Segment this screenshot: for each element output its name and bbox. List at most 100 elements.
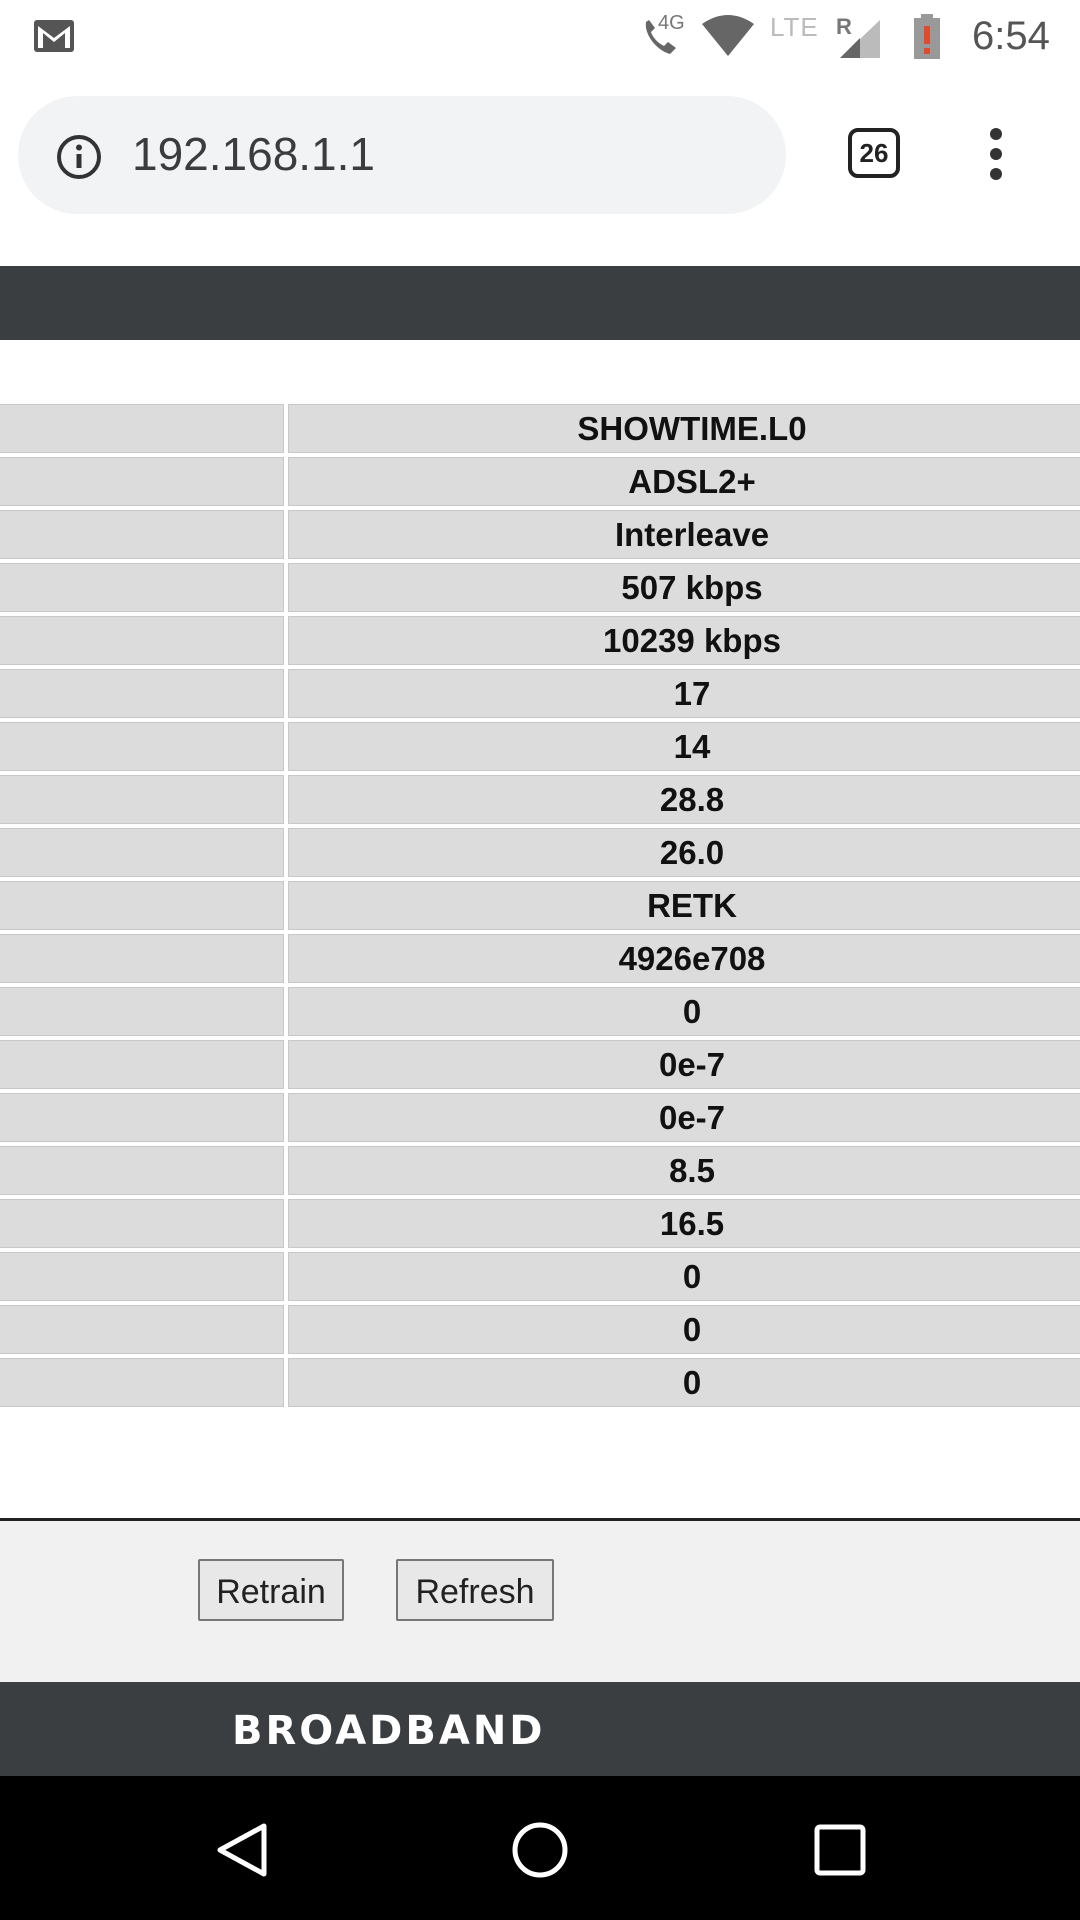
router-page: Status SHOWTIME.L0 Mode ADSL2+ Mode Interlea… <box>0 240 1080 1776</box>
row-value: 4926e708 <box>618 939 766 977</box>
row-label: eam BER <box>0 1093 284 1142</box>
url-text[interactable]: 192.168.1.1 <box>132 126 375 182</box>
address-bar[interactable]: 192.168.1.1 <box>18 96 786 214</box>
row-label: S <box>0 1305 284 1354</box>
row-value: 28.8 <box>659 780 725 818</box>
row-label: rrors <box>0 987 284 1036</box>
row-label: m BER <box>0 1040 284 1089</box>
table-row: S0 <box>0 1252 1080 1301</box>
dsl-status-table: Status SHOWTIME.L0 Mode ADSL2+ Mode Interlea… <box>0 400 1080 1411</box>
status-table: Status SHOWTIME.L0 Mode ADSL2+ Mode Interlea… <box>0 400 1080 1411</box>
status-bar: 4G LTE R 6:54 <box>0 0 1080 72</box>
table-row: rrors 0 <box>0 987 1080 1036</box>
row-value: 0e-7 <box>658 1098 726 1136</box>
table-row: own Stream 17 <box>0 669 1080 718</box>
row-value-cell: SHOWTIME.L0 <box>288 404 1080 453</box>
row-label: eam <box>0 563 284 612</box>
row-value: 0 <box>682 1363 702 1401</box>
row-value-cell: 28.8 <box>288 775 1080 824</box>
recents-icon[interactable] <box>812 1822 868 1878</box>
signal-icon <box>840 20 880 58</box>
row-label: ut Power <box>0 1199 284 1248</box>
row-value: 507 kbps <box>621 568 763 606</box>
row-label: S <box>0 1252 284 1301</box>
row-value: 0 <box>682 992 702 1030</box>
gmail-icon <box>34 20 74 52</box>
row-value-cell: ADSL2+ <box>288 457 1080 506</box>
table-row: m BER 0e-7 <box>0 1040 1080 1089</box>
row-value-cell: 14 <box>288 722 1080 771</box>
header-banner <box>0 266 1080 340</box>
row-value-cell: 507 kbps <box>288 563 1080 612</box>
row-label: t Power <box>0 1146 284 1195</box>
table-row: Up Stream 14 <box>0 722 1080 771</box>
row-value: 26.0 <box>659 833 725 871</box>
table-row: S0 <box>0 1358 1080 1407</box>
table-row: Mode ADSL2+ <box>0 457 1080 506</box>
row-label: Status <box>0 404 284 453</box>
row-label: S <box>0 1358 284 1407</box>
row-value-cell: 0 <box>288 1305 1080 1354</box>
table-row: S0 <box>0 1305 1080 1354</box>
retrain-button[interactable]: Retrain <box>198 1559 344 1621</box>
row-value: 0 <box>682 1310 702 1348</box>
row-value: 14 <box>673 727 711 765</box>
table-row: Status SHOWTIME.L0 <box>0 404 1080 453</box>
row-label: Up Stream <box>0 828 284 877</box>
row-label: Mode <box>0 457 284 506</box>
row-value-cell: 8.5 <box>288 1146 1080 1195</box>
row-value-cell: RETK <box>288 881 1080 930</box>
row-value-cell: 0 <box>288 1358 1080 1407</box>
navigation-bar <box>0 1776 1080 1920</box>
network-4g-label: 4G <box>658 12 685 34</box>
refresh-button[interactable]: Refresh <box>396 1559 554 1621</box>
footer: BROADBAND <box>0 1682 1080 1776</box>
action-area: Retrain Refresh <box>0 1518 1080 1685</box>
row-value: SHOWTIME.L0 <box>577 409 807 447</box>
table-row: t Power 8.5 <box>0 1146 1080 1195</box>
home-icon[interactable] <box>510 1820 570 1880</box>
row-label: or ID <box>0 881 284 930</box>
row-value-cell: 0 <box>288 987 1080 1036</box>
table-row: ut Power 16.5 <box>0 1199 1080 1248</box>
row-value: ADSL2+ <box>628 462 756 500</box>
row-value-cell: Interleave <box>288 510 1080 559</box>
back-icon[interactable] <box>212 1820 272 1880</box>
browser-toolbar: 192.168.1.1 26 <box>0 72 1080 240</box>
wifi-icon <box>702 15 754 56</box>
row-value-cell: 16.5 <box>288 1199 1080 1248</box>
row-value: 0e-7 <box>658 1045 726 1083</box>
row-value: 16.5 <box>659 1204 725 1242</box>
row-value: RETK <box>647 886 737 924</box>
row-value: 17 <box>673 674 711 712</box>
row-value: 8.5 <box>669 1151 715 1189</box>
table-row: Mode Interleave <box>0 510 1080 559</box>
row-value-cell: 4926e708 <box>288 934 1080 983</box>
row-label: own Stream <box>0 775 284 824</box>
row-value-cell: 26.0 <box>288 828 1080 877</box>
row-label: Up Stream <box>0 722 284 771</box>
row-label: Mode <box>0 510 284 559</box>
network-lte-label: LTE <box>770 12 819 42</box>
row-label: Version <box>0 934 284 983</box>
table-row: Up Stream 26.0 <box>0 828 1080 877</box>
row-value-cell: 17 <box>288 669 1080 718</box>
table-row: eam 507 kbps <box>0 563 1080 612</box>
row-label: own Stream <box>0 669 284 718</box>
battery-alert-icon <box>914 14 940 59</box>
row-value-cell: 10239 kbps <box>288 616 1080 665</box>
row-value-cell: 0 <box>288 1252 1080 1301</box>
overflow-menu-icon[interactable] <box>976 128 1016 184</box>
table-row: tream 10239 kbps <box>0 616 1080 665</box>
table-row: eam BER 0e-7 <box>0 1093 1080 1142</box>
clock: 6:54 <box>972 14 1050 58</box>
row-label: tream <box>0 616 284 665</box>
row-value-cell: 0e-7 <box>288 1093 1080 1142</box>
tab-switcher-icon[interactable]: 26 <box>848 128 900 178</box>
brand-logo-text: BROADBAND <box>232 1708 546 1754</box>
table-row: own Stream 28.8 <box>0 775 1080 824</box>
row-value: 10239 kbps <box>603 621 781 659</box>
table-row: or ID RETK <box>0 881 1080 930</box>
table-row: Version 4926e708 <box>0 934 1080 983</box>
info-icon[interactable] <box>56 134 102 180</box>
